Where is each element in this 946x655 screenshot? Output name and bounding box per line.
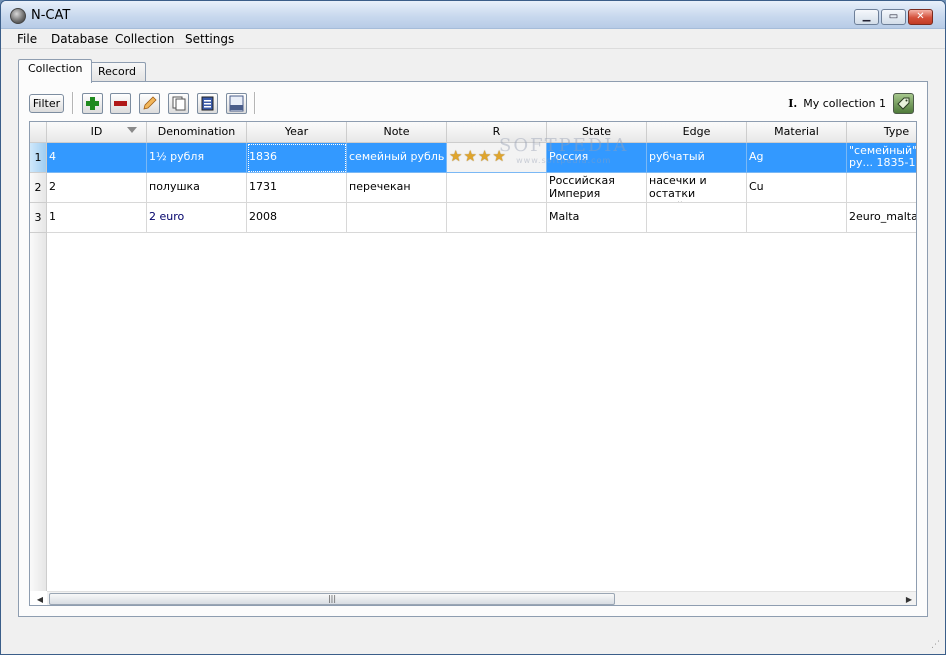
table-corner[interactable] — [30, 122, 47, 143]
title-bar: N-CAT ▁ ▭ ✕ — [1, 1, 945, 29]
window-title: N-CAT — [31, 8, 71, 23]
cell-id[interactable]: 2 — [47, 173, 147, 203]
remove-record-button[interactable] — [110, 93, 131, 114]
cell-note[interactable]: перечекан — [347, 173, 447, 203]
maximize-icon: ▭ — [888, 11, 899, 22]
close-icon: ✕ — [916, 11, 925, 22]
cell-id[interactable]: 1 — [47, 203, 147, 233]
cell-year[interactable]: 1836 — [247, 143, 347, 173]
close-button[interactable]: ✕ — [908, 9, 933, 25]
menu-file[interactable]: File — [17, 32, 37, 46]
filter-button[interactable]: Filter — [29, 94, 64, 113]
collection-panel: Filter I. My collection 1 ID Denomination — [18, 81, 928, 617]
column-header-type[interactable]: Type — [847, 122, 916, 143]
row-number[interactable]: 3 — [30, 203, 47, 233]
sort-down-icon — [127, 127, 137, 133]
cell-note[interactable]: семейный рубль — [347, 143, 447, 173]
status-bar: ⋰ — [1, 626, 945, 654]
toolbar-separator — [72, 92, 74, 114]
cell-year[interactable]: 2008 — [247, 203, 347, 233]
menu-settings[interactable]: Settings — [185, 32, 234, 46]
app-icon — [10, 8, 26, 24]
scroll-left-icon[interactable]: ◀ — [33, 593, 47, 605]
cell-denomination[interactable]: 1½ рубля — [147, 143, 247, 173]
cell-denomination[interactable]: полушка — [147, 173, 247, 203]
tab-collection[interactable]: Collection — [18, 59, 93, 83]
star-icon: ★ — [449, 147, 463, 165]
cell-rating[interactable] — [447, 173, 547, 203]
add-icon — [86, 97, 99, 110]
cell-state[interactable]: Malta — [547, 203, 647, 233]
cell-note[interactable] — [347, 203, 447, 233]
scrollbar-thumb[interactable]: ||| — [49, 593, 615, 605]
row-number[interactable]: 1 — [30, 143, 47, 173]
cell-type[interactable]: 2euro_malta_... — [847, 203, 916, 233]
horizontal-scrollbar[interactable]: ◀ ||| ▶ — [37, 591, 916, 605]
details-icon — [201, 96, 214, 111]
collection-name: My collection 1 — [803, 97, 886, 110]
cell-id[interactable]: 4 — [47, 143, 147, 173]
menu-database[interactable]: Database — [51, 32, 108, 46]
column-header-edge[interactable]: Edge — [647, 122, 747, 143]
column-header-note[interactable]: Note — [347, 122, 447, 143]
coin-table: ID Denomination Year Note R State Edge M… — [29, 121, 917, 606]
star-icon: ★ — [463, 147, 477, 165]
column-header-id[interactable]: ID — [47, 122, 147, 143]
edit-icon — [143, 96, 157, 110]
cell-edge[interactable]: насечки и остатки копейки — [647, 173, 747, 203]
minimize-icon: ▁ — [862, 11, 871, 22]
cell-edge[interactable] — [647, 203, 747, 233]
star-icon: ★ — [477, 147, 492, 165]
edit-record-button[interactable] — [139, 93, 160, 114]
cell-denomination[interactable]: 2 euro — [147, 203, 247, 233]
softpedia-watermark: SOFTPEDIA www.softpedia.com — [499, 135, 629, 165]
column-header-material[interactable]: Material — [747, 122, 847, 143]
collection-marker: I. — [788, 97, 798, 110]
tab-record[interactable]: Record — [88, 62, 147, 82]
switch-collection-button[interactable] — [893, 93, 914, 114]
column-header-year[interactable]: Year — [247, 122, 347, 143]
cell-material[interactable] — [747, 203, 847, 233]
remove-icon — [114, 101, 127, 106]
add-record-button[interactable] — [82, 93, 103, 114]
cell-edge[interactable]: рубчатый — [647, 143, 747, 173]
cell-material[interactable]: Ag — [747, 143, 847, 173]
menu-bar: File Database Collection Settings — [1, 29, 945, 49]
toolbar-separator — [254, 92, 256, 114]
details-button[interactable] — [197, 93, 218, 114]
row-number[interactable]: 2 — [30, 173, 47, 203]
cell-type[interactable]: "семейный" ру... 1835-1836 — [847, 143, 916, 173]
main-window: N-CAT ▁ ▭ ✕ File Database Collection Set… — [0, 0, 946, 655]
copy-icon — [172, 96, 186, 111]
menu-collection[interactable]: Collection — [115, 32, 174, 46]
cell-state[interactable]: Российская Империя — [547, 173, 647, 203]
cell-rating[interactable] — [447, 203, 547, 233]
cell-year[interactable]: 1731 — [247, 173, 347, 203]
resize-grip-icon[interactable]: ⋰ — [931, 640, 941, 650]
collection-name-label: I. My collection 1 — [788, 97, 886, 110]
cell-material[interactable]: Cu — [747, 173, 847, 203]
pdf-icon — [229, 95, 244, 112]
minimize-button[interactable]: ▁ — [854, 9, 879, 25]
scroll-right-icon[interactable]: ▶ — [902, 593, 916, 605]
maximize-button[interactable]: ▭ — [881, 9, 906, 25]
copy-record-button[interactable] — [168, 93, 189, 114]
column-header-denomination[interactable]: Denomination — [147, 122, 247, 143]
cell-type[interactable] — [847, 173, 916, 203]
row-header-strip — [30, 233, 47, 591]
export-pdf-button[interactable] — [226, 93, 247, 114]
tag-icon — [897, 97, 910, 110]
